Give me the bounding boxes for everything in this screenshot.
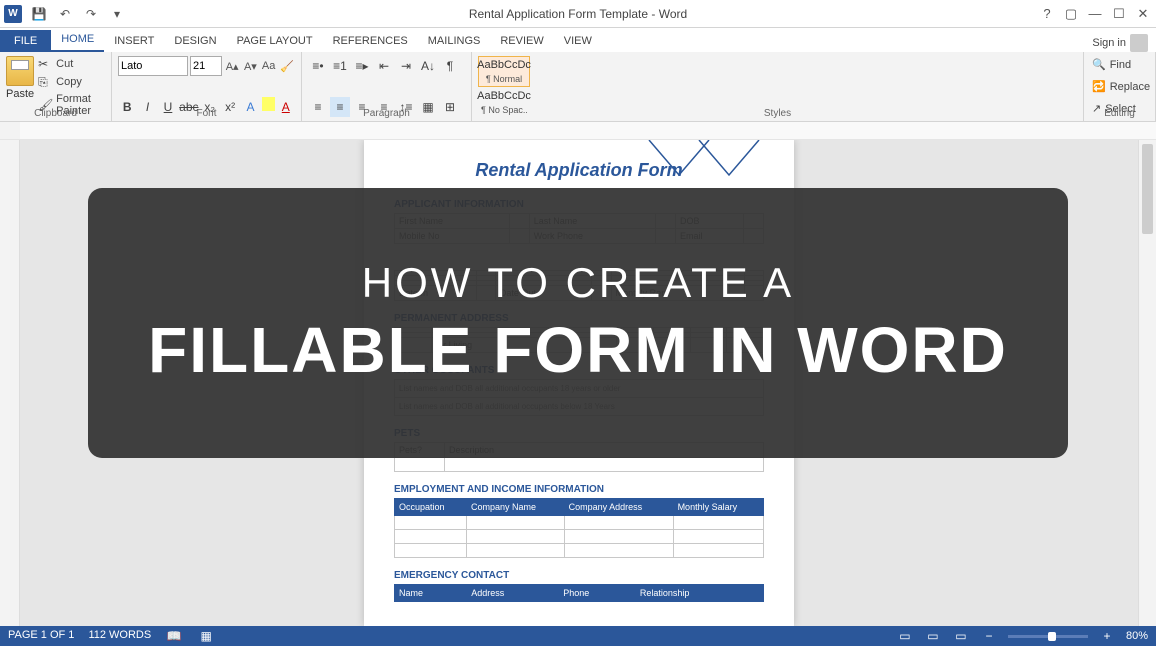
find-icon: 🔍 bbox=[1092, 58, 1106, 71]
clipboard-group: Paste ✂Cut ⎘Copy 🖌Format Painter Clipboa… bbox=[0, 52, 112, 121]
copy-label: Copy bbox=[56, 76, 82, 88]
zoom-level[interactable]: 80% bbox=[1126, 630, 1148, 642]
sign-in-label: Sign in bbox=[1092, 37, 1126, 49]
decrease-indent-icon[interactable]: ⇤ bbox=[374, 56, 394, 76]
save-icon[interactable]: 💾 bbox=[30, 5, 48, 23]
employment-table: OccupationCompany NameCompany AddressMon… bbox=[394, 498, 764, 558]
styles-group: AaBbCcDc¶ NormalAaBbCcDc¶ No Spac...AaBb… bbox=[472, 52, 1084, 121]
section-head-employment: EMPLOYMENT AND INCOME INFORMATION bbox=[394, 484, 764, 495]
cut-button[interactable]: ✂ Cut bbox=[36, 56, 105, 72]
emergency-table: NameAddressPhoneRelationship bbox=[394, 584, 764, 602]
paragraph-group: ≡• ≡1 ≡▸ ⇤ ⇥ A↓ ¶ ≡ ≡ ≡ ≡ ↕≡ ▦ ⊞ Paragra… bbox=[302, 52, 472, 121]
tab-page-layout[interactable]: PAGE LAYOUT bbox=[227, 30, 323, 52]
tutorial-overlay: HOW TO CREATE A FILLABLE FORM IN WORD bbox=[88, 188, 1068, 458]
paste-icon bbox=[6, 56, 34, 86]
help-icon[interactable]: ? bbox=[1040, 7, 1054, 21]
tab-review[interactable]: REVIEW bbox=[490, 30, 553, 52]
avatar-icon bbox=[1130, 34, 1148, 52]
page-indicator[interactable]: PAGE 1 OF 1 bbox=[8, 629, 74, 643]
read-mode-icon[interactable]: ▭ bbox=[896, 629, 914, 643]
sign-in[interactable]: Sign in bbox=[1092, 34, 1148, 52]
maximize-icon[interactable]: ☐ bbox=[1112, 7, 1126, 21]
web-layout-icon[interactable]: ▭ bbox=[952, 629, 970, 643]
sort-icon[interactable]: A↓ bbox=[418, 56, 438, 76]
font-group: A▴ A▾ Aa 🧹 B I U abc x₂ x² A A Font bbox=[112, 52, 302, 121]
overlay-line2: FILLABLE FORM IN WORD bbox=[148, 313, 1008, 387]
paste-label: Paste bbox=[6, 88, 34, 100]
cut-label: Cut bbox=[56, 58, 73, 70]
qat-customize-icon[interactable]: ▾ bbox=[108, 5, 126, 23]
tab-file[interactable]: FILE bbox=[0, 30, 51, 52]
copy-button[interactable]: ⎘ Copy bbox=[36, 74, 105, 90]
cut-icon: ✂ bbox=[38, 57, 52, 71]
styles-group-label: Styles bbox=[472, 108, 1083, 119]
word-app-icon: W bbox=[4, 5, 22, 23]
clear-format-icon[interactable]: 🧹 bbox=[279, 57, 295, 75]
tab-insert[interactable]: INSERT bbox=[104, 30, 164, 52]
ribbon-options-icon[interactable]: ▢ bbox=[1064, 7, 1078, 21]
copy-icon: ⎘ bbox=[38, 75, 52, 89]
redo-icon[interactable]: ↷ bbox=[82, 5, 100, 23]
spellcheck-icon[interactable]: 📖 bbox=[165, 629, 183, 643]
bullets-icon[interactable]: ≡• bbox=[308, 56, 328, 76]
tab-view[interactable]: VIEW bbox=[554, 30, 602, 52]
font-group-label: Font bbox=[112, 108, 301, 119]
horizontal-ruler[interactable] bbox=[0, 122, 1156, 140]
clipboard-group-label: Clipboard bbox=[0, 108, 111, 119]
overlay-line1: HOW TO CREATE A bbox=[362, 259, 794, 307]
section-head-emergency: EMERGENCY CONTACT bbox=[394, 570, 764, 581]
ribbon-tabs: FILE HOME INSERT DESIGN PAGE LAYOUT REFE… bbox=[0, 28, 1156, 52]
zoom-slider[interactable] bbox=[1008, 635, 1088, 638]
status-bar: PAGE 1 OF 1 112 WORDS 📖 ▦ ▭ ▭ ▭ − + 80% bbox=[0, 626, 1156, 646]
undo-icon[interactable]: ↶ bbox=[56, 5, 74, 23]
style---normal[interactable]: AaBbCcDc¶ Normal bbox=[478, 56, 530, 87]
paragraph-group-label: Paragraph bbox=[302, 108, 471, 119]
find-button[interactable]: 🔍 Find bbox=[1090, 56, 1149, 73]
vertical-scrollbar[interactable] bbox=[1138, 140, 1156, 626]
tab-mailings[interactable]: MAILINGS bbox=[418, 30, 491, 52]
editing-group-label: Editing bbox=[1084, 108, 1155, 119]
shrink-font-icon[interactable]: A▾ bbox=[242, 57, 258, 75]
print-layout-icon[interactable]: ▭ bbox=[924, 629, 942, 643]
page-decoration bbox=[644, 140, 764, 185]
zoom-out-icon[interactable]: − bbox=[980, 629, 998, 643]
word-count[interactable]: 112 WORDS bbox=[88, 629, 151, 643]
tab-references[interactable]: REFERENCES bbox=[323, 30, 418, 52]
tab-home[interactable]: HOME bbox=[51, 28, 104, 52]
show-marks-icon[interactable]: ¶ bbox=[440, 56, 460, 76]
numbering-icon[interactable]: ≡1 bbox=[330, 56, 350, 76]
font-name-input[interactable] bbox=[118, 56, 188, 76]
scrollbar-thumb[interactable] bbox=[1142, 144, 1153, 234]
editing-group: 🔍Find 🔁Replace ↗Select Editing bbox=[1084, 52, 1156, 121]
tab-design[interactable]: DESIGN bbox=[164, 30, 226, 52]
title-bar: W 💾 ↶ ↷ ▾ Rental Application Form Templa… bbox=[0, 0, 1156, 28]
font-size-input[interactable] bbox=[190, 56, 222, 76]
window-title: Rental Application Form Template - Word bbox=[469, 7, 687, 21]
replace-label: Replace bbox=[1110, 81, 1150, 93]
change-case-icon[interactable]: Aa bbox=[261, 57, 277, 75]
grow-font-icon[interactable]: A▴ bbox=[224, 57, 240, 75]
macro-icon[interactable]: ▦ bbox=[197, 629, 215, 643]
find-label: Find bbox=[1110, 59, 1131, 71]
close-icon[interactable]: ✕ bbox=[1136, 7, 1150, 21]
zoom-in-icon[interactable]: + bbox=[1098, 629, 1116, 643]
multilevel-icon[interactable]: ≡▸ bbox=[352, 56, 372, 76]
increase-indent-icon[interactable]: ⇥ bbox=[396, 56, 416, 76]
minimize-icon[interactable]: — bbox=[1088, 7, 1102, 21]
ribbon: Paste ✂Cut ⎘Copy 🖌Format Painter Clipboa… bbox=[0, 52, 1156, 122]
vertical-ruler[interactable] bbox=[0, 140, 20, 626]
replace-icon: 🔁 bbox=[1092, 80, 1106, 93]
replace-button[interactable]: 🔁 Replace bbox=[1090, 78, 1149, 95]
